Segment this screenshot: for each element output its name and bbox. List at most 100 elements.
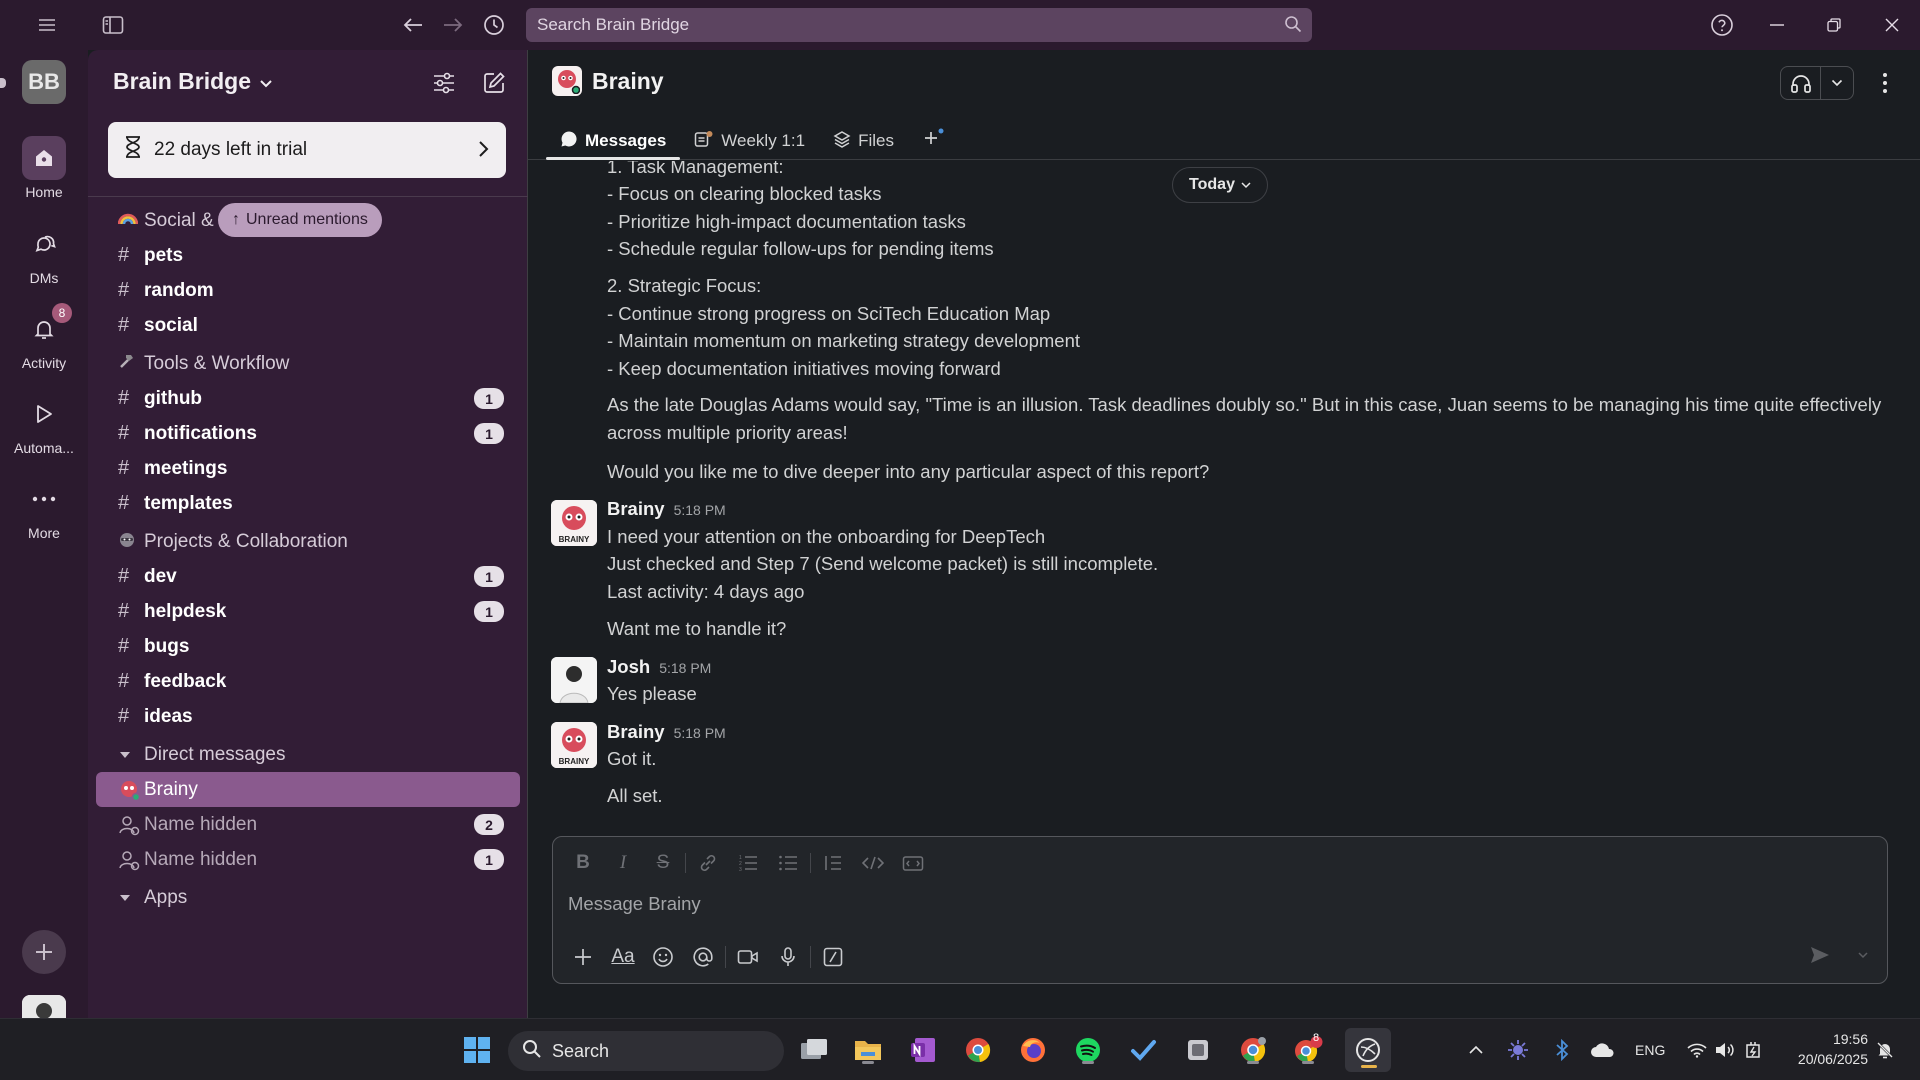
language-indicator[interactable]: ENG [1635, 1042, 1665, 1058]
tab-files[interactable]: Files [819, 122, 908, 160]
history-clock-icon[interactable] [479, 10, 509, 40]
restore-window-icon[interactable] [1819, 10, 1849, 40]
code-block-icon[interactable] [893, 847, 933, 879]
video-icon[interactable] [728, 939, 768, 975]
onedrive-cloud-icon[interactable] [1588, 1032, 1618, 1068]
hamburger-menu-icon[interactable] [32, 10, 62, 40]
dm-name-hidden[interactable]: Name hidden 1 [88, 842, 528, 877]
message-author[interactable]: Josh [607, 656, 650, 678]
send-icon[interactable] [1809, 945, 1831, 970]
todo-icon[interactable] [1125, 1032, 1161, 1068]
taskbar-clock[interactable]: 19:56 20/06/2025 [1776, 1029, 1868, 1069]
notifications-bell-icon[interactable] [1872, 1032, 1898, 1068]
emoji-icon[interactable] [643, 939, 683, 975]
search-field[interactable] [537, 15, 1257, 35]
message-time[interactable]: 5:18 PM [674, 502, 726, 518]
wifi-icon[interactable] [1684, 1032, 1710, 1068]
trial-banner[interactable]: 22 days left in trial [108, 122, 506, 178]
rail-item-activity[interactable]: 8 Activity [0, 303, 88, 371]
brainy-avatar[interactable]: BRAINY [551, 722, 597, 768]
rail-item-automations[interactable]: Automa... [0, 392, 88, 456]
tab-messages[interactable]: Messages [546, 122, 681, 160]
message-time[interactable]: 5:18 PM [659, 660, 711, 676]
taskbar-search-input[interactable] [552, 1040, 752, 1062]
chrome-notifications-icon[interactable]: 8 [1290, 1032, 1326, 1068]
app-icon[interactable] [1180, 1032, 1216, 1068]
compose-icon[interactable] [479, 68, 509, 98]
add-workspace-button[interactable] [22, 930, 66, 974]
italic-icon[interactable]: I [603, 847, 643, 879]
channel-bugs[interactable]: # bugs [88, 629, 528, 664]
channel-social[interactable]: # social [88, 308, 528, 343]
section-tools-workflow[interactable]: Tools & Workflow [88, 346, 528, 381]
section-social[interactable]: Social & ↑ Unread mentions [88, 203, 528, 238]
date-divider-button[interactable]: Today [1172, 167, 1268, 203]
minimize-window-icon[interactable] [1762, 10, 1792, 40]
help-icon[interactable] [1707, 10, 1737, 40]
message-author[interactable]: Brainy [607, 498, 665, 520]
channel-ideas[interactable]: # ideas [88, 699, 528, 734]
rail-item-more[interactable]: More [0, 477, 88, 541]
section-apps[interactable]: Apps [88, 880, 528, 915]
volume-icon[interactable] [1712, 1032, 1738, 1068]
onenote-icon[interactable] [905, 1032, 941, 1068]
message-author[interactable]: Brainy [607, 721, 665, 743]
spotify-icon[interactable] [1070, 1032, 1106, 1068]
josh-avatar[interactable] [551, 657, 597, 703]
filter-sliders-icon[interactable] [429, 68, 459, 98]
unread-mentions-button[interactable]: ↑ Unread mentions [218, 203, 382, 237]
slash-command-icon[interactable] [813, 939, 853, 975]
channel-pets[interactable]: # pets [88, 238, 528, 273]
text-format-icon[interactable]: Aa [603, 939, 643, 975]
close-window-icon[interactable] [1877, 10, 1907, 40]
brainy-avatar[interactable]: BRAINY [551, 500, 597, 546]
chevron-down-icon[interactable] [1821, 79, 1853, 87]
rail-item-home[interactable]: Home [0, 136, 88, 200]
bullet-list-icon[interactable] [768, 847, 808, 879]
channel-templates[interactable]: # templates [88, 486, 528, 521]
section-direct-messages[interactable]: Direct messages [88, 737, 528, 772]
dm-brainy[interactable]: Brainy [96, 772, 520, 807]
back-arrow-icon[interactable] [398, 10, 428, 40]
taskbar-search[interactable] [508, 1031, 784, 1071]
send-options-chevron-icon[interactable] [1857, 945, 1869, 970]
battery-icon[interactable] [1740, 1032, 1766, 1068]
tray-overflow-chevron-icon[interactable] [1464, 1032, 1488, 1068]
tab-weekly-1-1[interactable]: Weekly 1:1 [680, 122, 819, 160]
channel-github[interactable]: # github 1 [88, 381, 528, 416]
rail-item-dms[interactable]: DMs [0, 222, 88, 286]
bluetooth-icon[interactable] [1548, 1032, 1576, 1068]
dm-name-hidden[interactable]: Name hidden 2 [88, 807, 528, 842]
code-icon[interactable] [853, 847, 893, 879]
channel-title-button[interactable]: Brainy [552, 66, 664, 96]
add-tab-button[interactable] [908, 122, 958, 160]
channel-meetings[interactable]: # meetings [88, 451, 528, 486]
message-time[interactable]: 5:18 PM [674, 725, 726, 741]
chrome-icon[interactable] [960, 1032, 996, 1068]
channel-notifications[interactable]: # notifications 1 [88, 416, 528, 451]
link-icon[interactable] [688, 847, 728, 879]
blockquote-icon[interactable] [813, 847, 853, 879]
slack-app-icon[interactable] [1345, 1028, 1391, 1072]
task-view-icon[interactable] [796, 1032, 832, 1068]
tray-app-icon[interactable] [1504, 1032, 1532, 1068]
section-projects-collaboration[interactable]: Projects & Collaboration [88, 524, 528, 559]
mention-icon[interactable] [683, 939, 723, 975]
workspace-menu-button[interactable]: Brain Bridge [113, 68, 273, 95]
windows-start-icon[interactable] [459, 1032, 495, 1068]
forward-arrow-icon[interactable] [438, 10, 468, 40]
ordered-list-icon[interactable]: 123 [728, 847, 768, 879]
attach-plus-icon[interactable] [563, 939, 603, 975]
bold-icon[interactable]: B [563, 847, 603, 879]
chrome-profile-icon[interactable] [1235, 1032, 1271, 1068]
search-input[interactable] [526, 8, 1312, 42]
channel-helpdesk[interactable]: # helpdesk 1 [88, 594, 528, 629]
firefox-icon[interactable] [1015, 1032, 1051, 1068]
strikethrough-icon[interactable]: S [643, 847, 683, 879]
microphone-icon[interactable] [768, 939, 808, 975]
huddle-button[interactable] [1780, 66, 1854, 100]
file-explorer-icon[interactable] [850, 1032, 886, 1068]
more-options-icon[interactable] [1870, 68, 1900, 98]
message-input[interactable] [568, 893, 1768, 915]
toggle-sidebar-icon[interactable] [98, 10, 128, 40]
